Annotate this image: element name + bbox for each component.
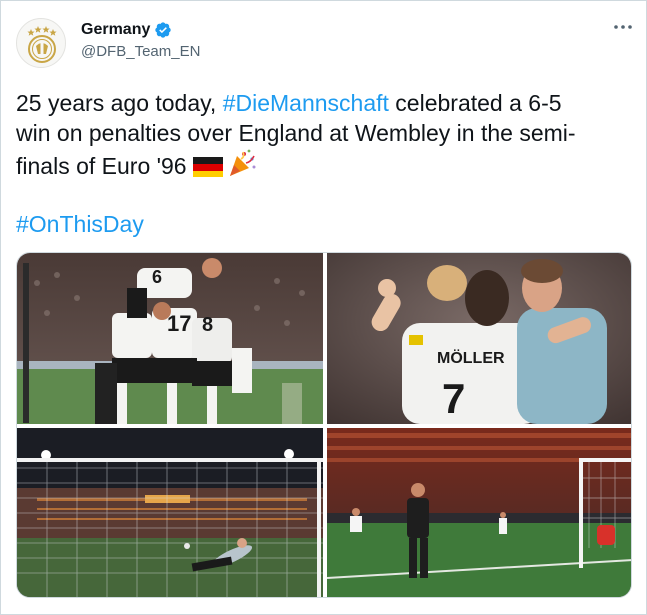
- penalty-save-photo: [17, 428, 323, 597]
- party-popper-emoji: [227, 148, 257, 185]
- shirt-number: 8: [202, 314, 213, 336]
- tweet-line-2: win on penalties over England at Wembley…: [16, 120, 576, 146]
- dfb-crest-icon: [27, 26, 57, 63]
- author-name[interactable]: Germany: [81, 21, 150, 39]
- tweet-line-1: 25 years ago today, #DieMannschaft celeb…: [16, 88, 636, 118]
- photo-team-celebration[interactable]: 6 17 8: [17, 253, 323, 424]
- tweet-text-segment: celebrated a 6-5: [388, 90, 562, 116]
- more-options-icon: [614, 25, 632, 29]
- author-handle[interactable]: @DFB_Team_EN: [81, 43, 200, 60]
- verified-badge-icon: [155, 22, 172, 38]
- hashtag-line: #OnThisDay: [16, 209, 144, 239]
- germany-flag-emoji: [193, 155, 223, 185]
- photo-penalty-kick[interactable]: [327, 428, 631, 597]
- more-options-button[interactable]: [610, 16, 636, 38]
- photo-penalty-save[interactable]: [17, 428, 323, 597]
- photo-players-embrace[interactable]: MÖLLER 7: [327, 253, 631, 424]
- hashtag-onthisday[interactable]: #OnThisDay: [16, 211, 144, 237]
- media-grid: 6 17 8 MÖLLER 7: [16, 252, 632, 598]
- shirt-number: 7: [442, 375, 465, 422]
- hashtag-diemannschaft[interactable]: #DieMannschaft: [223, 90, 389, 116]
- tweet-line-3: finals of Euro '96: [16, 148, 636, 185]
- shirt-name: MÖLLER: [437, 348, 505, 367]
- author-name-row[interactable]: Germany: [81, 21, 172, 39]
- tweet-text-segment: 25 years ago today,: [16, 90, 223, 116]
- tweet-text: 25 years ago today, #DieMannschaft celeb…: [16, 88, 636, 185]
- players-embrace-photo: MÖLLER 7: [327, 253, 631, 424]
- shirt-number: 6: [152, 267, 162, 287]
- avatar[interactable]: [16, 18, 66, 68]
- shirt-number: 17: [167, 311, 191, 336]
- penalty-kick-photo: [327, 428, 631, 597]
- tweet-text-segment: finals of Euro '96: [16, 153, 193, 179]
- team-celebration-photo: 6 17 8: [17, 253, 323, 424]
